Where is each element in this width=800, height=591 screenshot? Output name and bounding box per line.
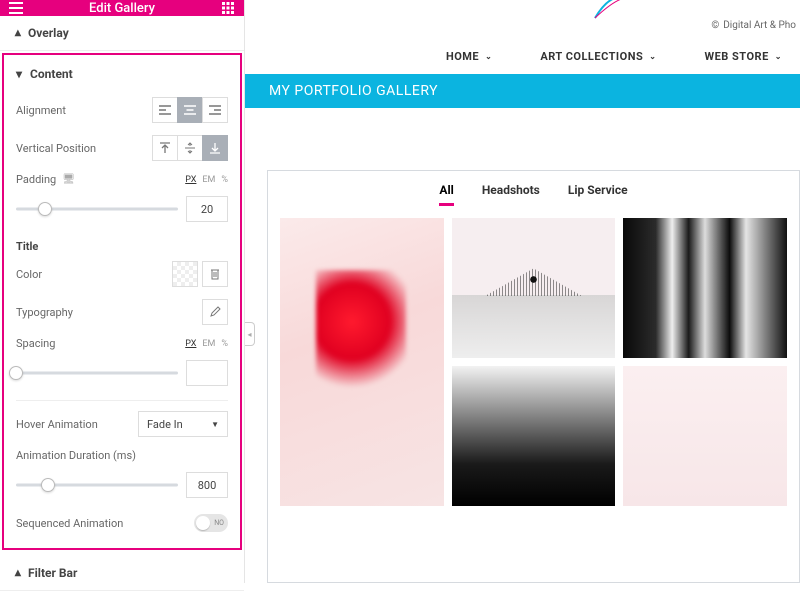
padding-slider-row: 20 bbox=[4, 192, 240, 232]
gallery-grid bbox=[268, 218, 799, 506]
hover-animation-value: Fade In bbox=[147, 418, 183, 431]
sidebar-header: Edit Gallery bbox=[0, 0, 244, 16]
animation-duration-value[interactable]: 800 bbox=[186, 472, 228, 498]
sidebar-title: Edit Gallery bbox=[89, 1, 155, 16]
control-sequenced: Sequenced Animation NO bbox=[4, 508, 240, 538]
animation-duration-slider-row: 800 bbox=[4, 468, 240, 508]
copyright-icon: © bbox=[711, 20, 719, 31]
title-subsection: Title bbox=[4, 232, 240, 255]
editor-sidebar: Edit Gallery ▸ Overlay ▾ Content Alignme… bbox=[0, 0, 245, 583]
filter-all[interactable]: All bbox=[439, 183, 453, 206]
chevron-right-icon: ▸ bbox=[10, 30, 24, 36]
nav-web-store[interactable]: WEB STORE⌄ bbox=[704, 50, 782, 63]
alignment-label: Alignment bbox=[16, 104, 66, 117]
chevron-right-icon: ▸ bbox=[10, 570, 24, 576]
hover-animation-select[interactable]: Fade In ▼ bbox=[138, 411, 228, 437]
section-overlay-label: Overlay bbox=[28, 26, 69, 40]
spacing-slider[interactable] bbox=[16, 366, 178, 380]
color-clear-icon[interactable] bbox=[202, 261, 228, 287]
section-overlay[interactable]: ▸ Overlay bbox=[0, 16, 244, 51]
align-right-button[interactable] bbox=[202, 97, 228, 123]
spacing-unit-pct[interactable]: % bbox=[221, 339, 228, 349]
animation-duration-slider[interactable] bbox=[16, 478, 178, 492]
chevron-down-icon: ⌄ bbox=[649, 52, 656, 61]
alignment-buttons bbox=[152, 97, 228, 123]
control-animation-duration: Animation Duration (ms) bbox=[4, 443, 240, 468]
spacing-unit-em[interactable]: EM bbox=[202, 339, 215, 349]
padding-slider[interactable] bbox=[16, 202, 178, 216]
unit-em[interactable]: EM bbox=[202, 175, 215, 185]
gallery-filter-bar: All Headshots Lip Service bbox=[268, 183, 799, 218]
control-padding-header: Padding 🖥 PX EM % bbox=[4, 167, 240, 192]
page-banner-title: MY PORTFOLIO GALLERY bbox=[269, 83, 438, 99]
responsive-icon[interactable]: 🖥 bbox=[62, 174, 75, 185]
spacing-label: Spacing bbox=[16, 337, 55, 350]
chevron-down-icon: ⌄ bbox=[775, 52, 782, 61]
control-alignment: Alignment bbox=[4, 91, 240, 129]
control-color: Color bbox=[4, 255, 240, 293]
padding-units: PX EM % bbox=[185, 175, 228, 185]
gallery-item[interactable] bbox=[623, 218, 787, 358]
chevron-down-icon: ▼ bbox=[211, 420, 219, 429]
hamburger-icon[interactable] bbox=[8, 0, 24, 16]
vertical-position-buttons bbox=[152, 135, 228, 161]
hover-animation-label: Hover Animation bbox=[16, 418, 98, 431]
spacing-units: PX EM % bbox=[185, 339, 228, 349]
filter-headshots[interactable]: Headshots bbox=[482, 183, 540, 206]
spacing-unit-px[interactable]: PX bbox=[185, 339, 196, 349]
spacing-slider-row bbox=[4, 356, 240, 396]
vertical-position-label: Vertical Position bbox=[16, 142, 96, 155]
unit-px[interactable]: PX bbox=[185, 175, 196, 185]
preview-pane: © Digital Art & Pho HOME⌄ ART COLLECTION… bbox=[245, 0, 800, 583]
valign-bottom-button[interactable] bbox=[202, 135, 228, 161]
filter-lip-service[interactable]: Lip Service bbox=[568, 183, 628, 206]
nav-art-collections[interactable]: ART COLLECTIONS⌄ bbox=[540, 50, 656, 63]
section-content[interactable]: ▾ Content bbox=[4, 55, 240, 91]
page-banner: MY PORTFOLIO GALLERY bbox=[245, 74, 800, 108]
gallery-item[interactable] bbox=[623, 366, 787, 506]
section-filter-bar-label: Filter Bar bbox=[28, 566, 77, 580]
valign-top-button[interactable] bbox=[152, 135, 178, 161]
site-nav: HOME⌄ ART COLLECTIONS⌄ WEB STORE⌄ bbox=[245, 44, 800, 69]
section-content-panel: ▾ Content Alignment Vertical Position bbox=[2, 53, 242, 550]
chevron-down-icon: ▾ bbox=[16, 67, 22, 81]
unit-pct[interactable]: % bbox=[221, 175, 228, 185]
gallery-item[interactable] bbox=[452, 218, 616, 358]
sequenced-state: NO bbox=[214, 519, 224, 527]
gallery-item[interactable] bbox=[280, 218, 444, 506]
spacing-value[interactable] bbox=[186, 360, 228, 386]
gallery-item[interactable] bbox=[452, 366, 616, 506]
sequenced-toggle[interactable]: NO bbox=[194, 514, 228, 532]
section-filter-bar[interactable]: ▸ Filter Bar bbox=[0, 556, 244, 591]
padding-value[interactable]: 20 bbox=[186, 196, 228, 222]
padding-label: Padding bbox=[16, 173, 56, 186]
control-typography: Typography bbox=[4, 293, 240, 331]
copyright-text: © Digital Art & Pho bbox=[711, 20, 800, 31]
nav-home[interactable]: HOME⌄ bbox=[446, 50, 492, 63]
control-spacing-header: Spacing PX EM % bbox=[4, 331, 240, 356]
gallery-widget: All Headshots Lip Service bbox=[267, 170, 800, 583]
typography-label: Typography bbox=[16, 306, 73, 319]
sequenced-label: Sequenced Animation bbox=[16, 517, 123, 530]
align-center-button[interactable] bbox=[177, 97, 203, 123]
align-left-button[interactable] bbox=[152, 97, 178, 123]
control-hover-animation: Hover Animation Fade In ▼ bbox=[4, 405, 240, 443]
animation-duration-label: Animation Duration (ms) bbox=[16, 449, 136, 462]
control-vertical-position: Vertical Position bbox=[4, 129, 240, 167]
apps-grid-icon[interactable] bbox=[220, 0, 236, 16]
section-content-label: Content bbox=[30, 67, 73, 81]
color-global-icon[interactable] bbox=[172, 261, 198, 287]
typography-edit-icon[interactable] bbox=[202, 299, 228, 325]
chevron-down-icon: ⌄ bbox=[485, 52, 492, 61]
color-label: Color bbox=[16, 268, 42, 281]
logo-icon bbox=[590, 0, 630, 28]
valign-middle-button[interactable] bbox=[177, 135, 203, 161]
